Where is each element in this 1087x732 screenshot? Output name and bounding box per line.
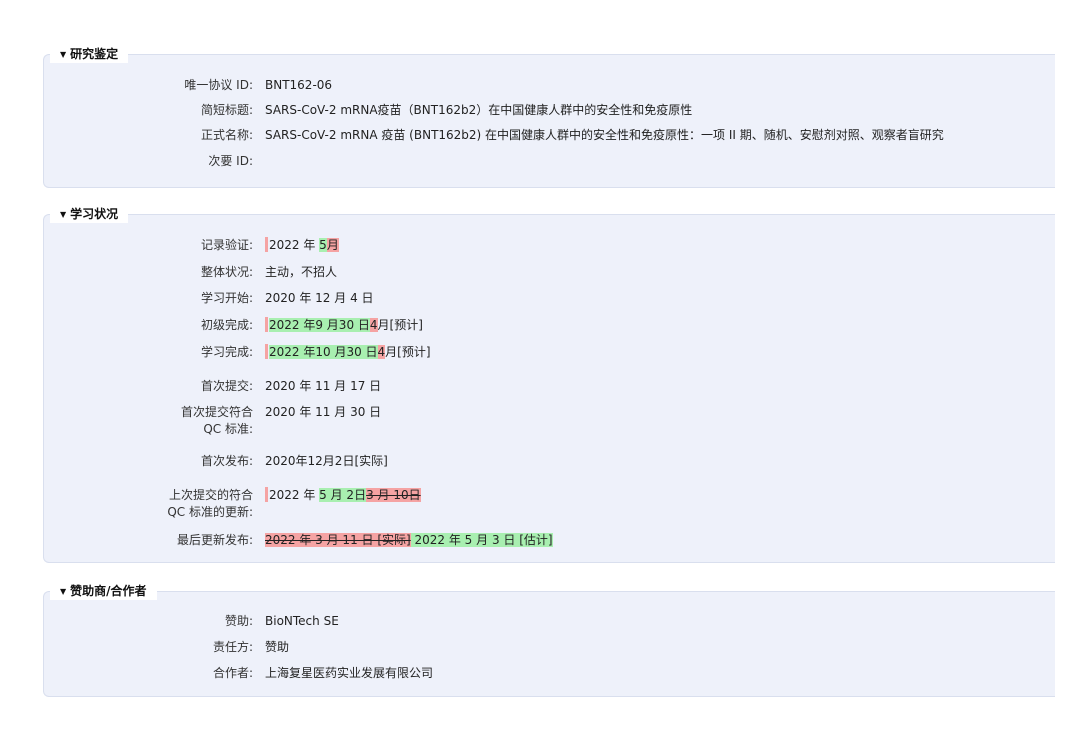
official-title-label: 正式名称: — [200, 128, 253, 142]
deleted-text: 4 — [369, 318, 378, 332]
change-marker — [265, 317, 268, 332]
unique-id-label: 唯一协议 ID: — [184, 78, 253, 92]
record-verification-prefix: 2022 年 — [269, 238, 320, 252]
inserted-text: 2022 年 5 月 3 日 [估计] — [410, 533, 553, 547]
inserted-text: 2022 年10 月30 日 — [269, 345, 378, 359]
responsible-party-value: 赞助 — [265, 640, 290, 654]
primary-completion-value: 2022 年9 月30 日4月[预计] — [265, 317, 423, 333]
last-update-qc-prefix: 2022 年 — [269, 488, 320, 502]
first-submitted-qc-label: 首次提交符合 QC 标准: — [133, 404, 253, 438]
last-update-posted-label: 最后更新发布: — [176, 533, 253, 547]
first-submitted-value: 2020 年 11 月 17 日 — [265, 379, 382, 393]
section-toggle-sponsor[interactable]: ▼ 赞助商/合作者 — [50, 583, 157, 600]
deleted-text: 3 月 10日 — [366, 488, 421, 502]
primary-completion-label: 初级完成: — [200, 318, 253, 332]
collaborators-value: 上海复星医药实业发展有限公司 — [265, 666, 434, 680]
study-completion-suffix: 月[预计] — [385, 345, 431, 359]
section-title: 学习状况 — [70, 207, 119, 221]
overall-status-label: 整体状况: — [200, 265, 253, 279]
label-line-2: QC 标准的更新: — [167, 505, 253, 519]
section-title: 赞助商/合作者 — [70, 584, 147, 598]
secondary-id-label: 次要 ID: — [208, 154, 253, 168]
overall-status-value: 主动，不招人 — [265, 265, 338, 279]
sponsor-label: 赞助: — [224, 614, 253, 628]
change-marker — [265, 237, 268, 252]
brief-title-value: SARS-CoV-2 mRNA疫苗（BNT162b2）在中国健康人群中的安全性和… — [265, 103, 693, 117]
last-update-qc-value: 2022 年 5 月 2日3 月 10日 — [265, 487, 421, 503]
label-line-2: QC 标准: — [203, 422, 253, 436]
first-submitted-label: 首次提交: — [200, 379, 253, 393]
label-line-1: 上次提交的符合 — [168, 488, 253, 502]
collaborators-label: 合作者: — [212, 666, 253, 680]
last-update-qc-label: 上次提交的符合 QC 标准的更新: — [133, 487, 253, 521]
responsible-party-label: 责任方: — [212, 640, 253, 654]
deleted-text: 2022 年 3 月 11 日 [实际] — [265, 533, 411, 547]
study-completion-value: 2022 年10 月30 日4月[预计] — [265, 344, 431, 360]
official-title-value: SARS-CoV-2 mRNA 疫苗 (BNT162b2) 在中国健康人群中的安… — [265, 128, 944, 142]
section-toggle-status[interactable]: ▼ 学习状况 — [50, 206, 129, 223]
study-start-value: 2020 年 12 月 4 日 — [265, 291, 374, 305]
section-identification: ▼ 研究鉴定 唯一协议 ID: BNT162-06 简短标题: SARS-CoV-… — [43, 46, 1055, 188]
section-sponsor: ▼ 赞助商/合作者 赞助: BioNTech SE 责任方: 赞助 合作者: 上海… — [43, 583, 1055, 697]
record-verification-label: 记录验证: — [200, 238, 253, 252]
inserted-text: 2022 年9 月30 日 — [269, 318, 370, 332]
section-status: ▼ 学习状况 记录验证: 2022 年 5月 整体状况: 主动，不招人 学习开始:… — [43, 206, 1055, 563]
study-start-label: 学习开始: — [200, 291, 253, 305]
unique-id-value: BNT162-06 — [265, 78, 333, 92]
triangle-down-icon: ▼ — [60, 210, 67, 219]
first-posted-label: 首次发布: — [200, 454, 253, 468]
deleted-text: 月 — [326, 238, 339, 252]
first-posted-value: 2020年12月2日[实际] — [265, 454, 388, 468]
record-verification-value: 2022 年 5月 — [265, 237, 339, 253]
change-marker — [265, 487, 268, 502]
section-toggle-identification[interactable]: ▼ 研究鉴定 — [50, 46, 129, 63]
triangle-down-icon: ▼ — [60, 50, 67, 59]
inserted-text: 5 — [319, 238, 327, 252]
sponsor-value: BioNTech SE — [265, 614, 339, 628]
first-submitted-qc-value: 2020 年 11 月 30 日 — [265, 405, 382, 419]
primary-completion-suffix: 月[预计] — [377, 318, 423, 332]
label-line-1: 首次提交符合 — [180, 405, 253, 419]
inserted-text: 5 月 2日 — [319, 488, 367, 502]
change-marker — [265, 344, 268, 359]
brief-title-label: 简短标题: — [200, 103, 253, 117]
triangle-down-icon: ▼ — [60, 587, 67, 596]
section-title: 研究鉴定 — [70, 47, 119, 61]
last-update-posted-value: 2022 年 3 月 11 日 [实际] 2022 年 5 月 3 日 [估计] — [265, 532, 553, 548]
study-completion-label: 学习完成: — [200, 345, 253, 359]
